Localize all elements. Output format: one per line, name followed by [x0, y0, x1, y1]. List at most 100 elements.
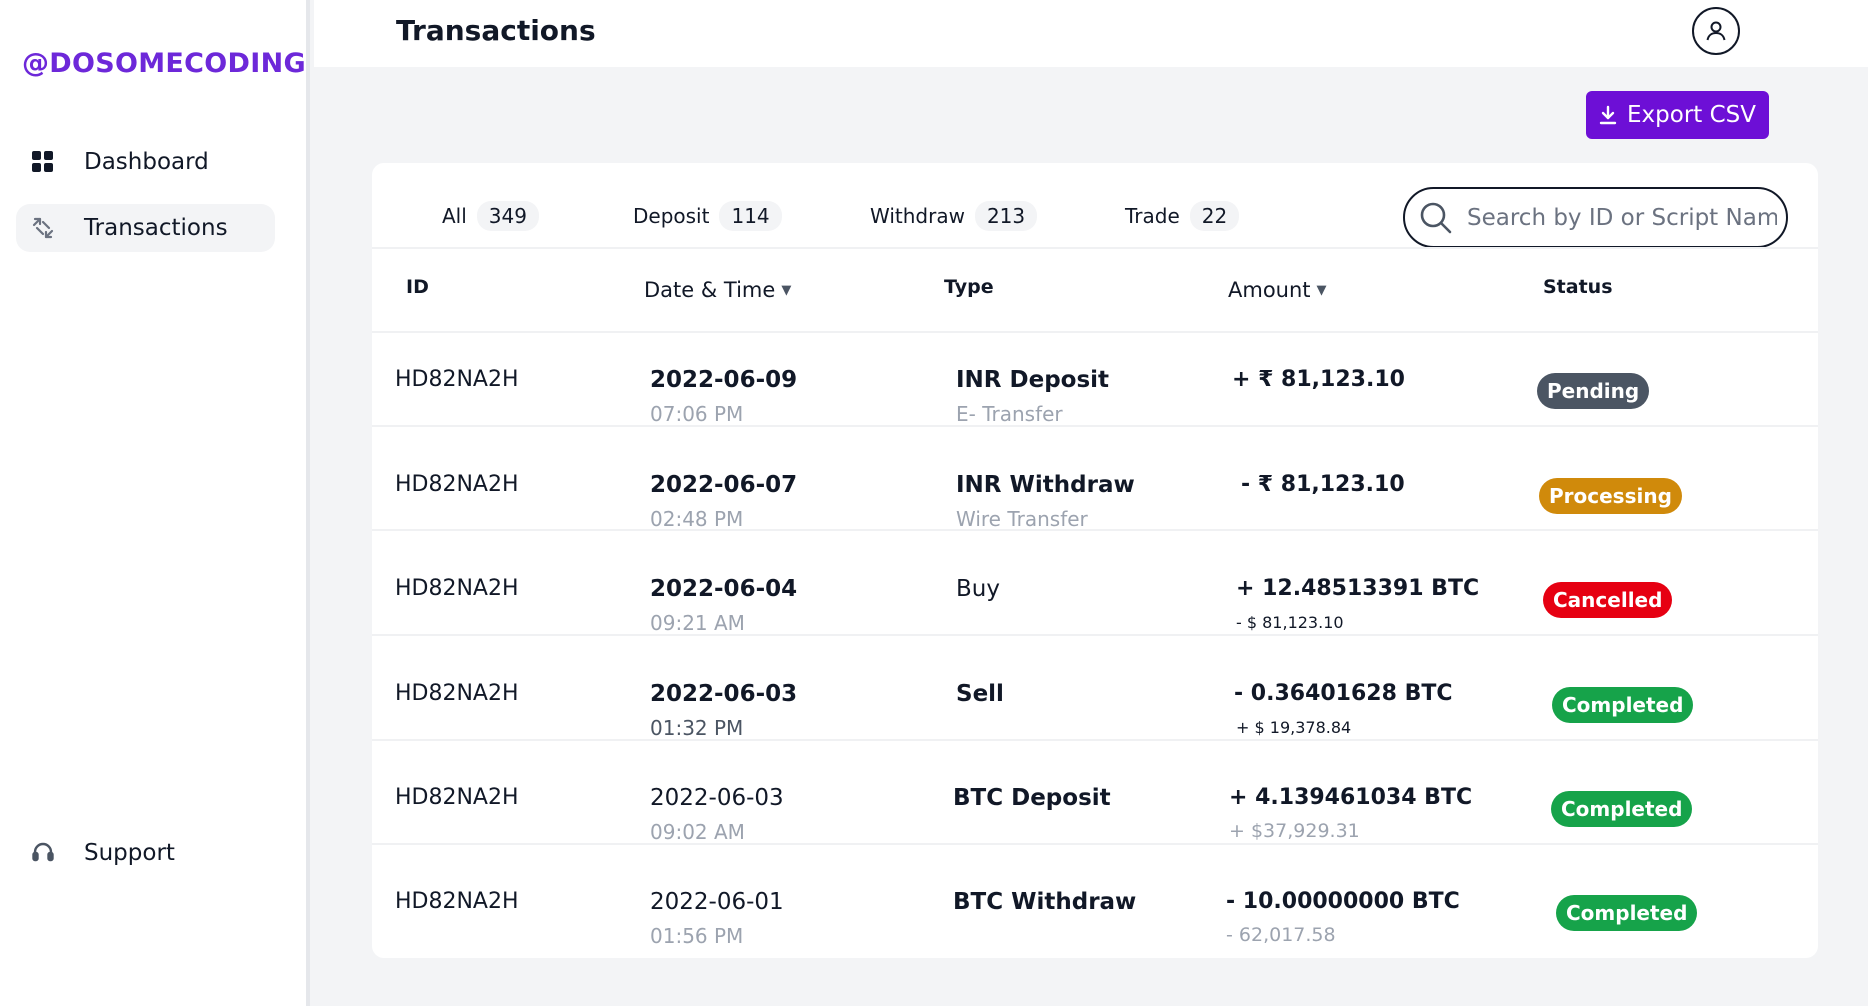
transaction-date: 2022-06-07 [650, 472, 798, 498]
transaction-method: Wire Transfer [956, 507, 1088, 531]
column-header-amount[interactable]: Amount ▼ [1228, 278, 1327, 302]
brand-logo: @DOSOMECODING [22, 48, 306, 79]
transaction-id: HD82NA2H [395, 681, 519, 706]
transaction-amount: + 12.48513391 BTC [1236, 576, 1480, 601]
user-avatar[interactable] [1692, 7, 1740, 55]
search-box[interactable] [1403, 187, 1788, 248]
transaction-type: INR Deposit [956, 367, 1110, 393]
tab-deposit[interactable]: Deposit 114 [633, 201, 782, 231]
transaction-amount-fiat: + $37,929.31 [1229, 820, 1360, 842]
row-divider [372, 739, 1818, 741]
row-divider [372, 634, 1818, 636]
tab-label: All [442, 204, 467, 228]
column-header-label: Date & Time [644, 278, 776, 302]
tab-count-badge: 22 [1189, 201, 1240, 231]
table-row[interactable]: HD82NA2H 2022-06-03 01:32 PM Sell - 0.36… [372, 667, 1818, 771]
transaction-id: HD82NA2H [395, 889, 519, 914]
transaction-date: 2022-06-03 [650, 785, 784, 811]
transaction-amount: - 10.00000000 BTC [1226, 889, 1460, 914]
tab-count-badge: 349 [476, 201, 539, 231]
transaction-time: 02:48 PM [650, 507, 744, 531]
export-csv-label: Export CSV [1627, 102, 1756, 128]
transaction-type: Buy [956, 576, 1000, 602]
tab-label: Withdraw [870, 204, 965, 228]
tab-trade[interactable]: Trade 22 [1125, 201, 1240, 231]
column-header-label: Status [1543, 276, 1613, 298]
tab-label: Deposit [633, 204, 710, 228]
transaction-time: 09:02 AM [650, 820, 745, 844]
status-badge: Pending [1537, 373, 1650, 409]
column-header-status: Status [1543, 276, 1613, 298]
transaction-id: HD82NA2H [395, 785, 519, 810]
download-icon [1599, 105, 1617, 125]
row-divider [372, 843, 1818, 845]
transaction-type: BTC Withdraw [953, 889, 1137, 915]
sort-down-icon: ▼ [1316, 282, 1327, 298]
headset-icon [30, 840, 56, 866]
transaction-id: HD82NA2H [395, 576, 519, 601]
transaction-time: 01:32 PM [650, 716, 744, 740]
tab-withdraw[interactable]: Withdraw 213 [870, 201, 1038, 231]
search-icon [1420, 202, 1452, 233]
sidebar-item-dashboard[interactable]: Dashboard [16, 138, 275, 186]
sidebar-item-transactions[interactable]: Transactions [16, 204, 275, 252]
transaction-time: 01:56 PM [650, 924, 744, 948]
table-row[interactable]: HD82NA2H 2022-06-03 09:02 AM BTC Deposit… [372, 771, 1818, 875]
transaction-amount: + 4.139461034 BTC [1229, 785, 1473, 810]
sidebar-item-label: Dashboard [84, 149, 209, 175]
page-title: Transactions [396, 14, 596, 47]
column-header-label: ID [406, 276, 429, 298]
status-badge: Completed [1552, 687, 1694, 723]
row-divider [372, 425, 1818, 427]
status-badge: Processing [1539, 478, 1682, 514]
transaction-id: HD82NA2H [395, 472, 519, 497]
tab-count-badge: 114 [719, 201, 782, 231]
transaction-date: 2022-06-01 [650, 889, 784, 915]
transaction-method: E- Transfer [956, 402, 1063, 426]
tab-all[interactable]: All 349 [442, 201, 539, 231]
sidebar-item-label: Transactions [84, 215, 228, 241]
tabs-divider [372, 247, 1818, 249]
dashboard-grid-icon [30, 149, 56, 175]
transaction-amount: - 0.36401628 BTC [1234, 681, 1453, 706]
column-header-id: ID [406, 276, 429, 298]
sort-down-icon: ▼ [781, 282, 792, 298]
table-row[interactable]: HD82NA2H 2022-06-01 01:56 PM BTC Withdra… [372, 875, 1818, 979]
transaction-id: HD82NA2H [395, 367, 519, 392]
transaction-amount: - ₹ 81,123.10 [1241, 472, 1405, 497]
search-input[interactable] [1467, 204, 1777, 231]
transaction-amount-fiat: - $ 81,123.10 [1236, 613, 1344, 632]
transaction-amount-fiat: + $ 19,378.84 [1236, 718, 1352, 737]
column-header-label: Amount [1228, 278, 1311, 302]
sidebar: @DOSOMECODING Dashboard Transactions Sup… [0, 0, 310, 1006]
transactions-card: All 349 Deposit 114 Withdraw 213 Trade 2… [372, 163, 1818, 958]
column-header-type: Type [944, 276, 994, 298]
column-header-datetime[interactable]: Date & Time ▼ [644, 278, 791, 302]
status-badge: Cancelled [1543, 582, 1673, 618]
transfer-arrows-icon [30, 215, 56, 241]
header-divider [372, 331, 1818, 333]
transaction-amount: + ₹ 81,123.10 [1232, 367, 1405, 392]
tab-count-badge: 213 [974, 201, 1038, 231]
transaction-time: 09:21 AM [650, 611, 745, 635]
column-header-label: Type [944, 276, 994, 298]
status-badge: Completed [1551, 791, 1693, 827]
table-row[interactable]: HD82NA2H 2022-06-07 02:48 PM INR Withdra… [372, 458, 1818, 562]
transaction-type: BTC Deposit [953, 785, 1111, 811]
export-csv-button[interactable]: Export CSV [1586, 91, 1769, 139]
table-row[interactable]: HD82NA2H 2022-06-04 09:21 AM Buy + 12.48… [372, 562, 1818, 666]
tab-label: Trade [1125, 204, 1180, 228]
row-divider [372, 529, 1818, 531]
transaction-type: Sell [956, 681, 1004, 707]
sidebar-item-label: Support [84, 840, 175, 866]
status-badge: Completed [1556, 895, 1698, 931]
transaction-date: 2022-06-03 [650, 681, 798, 707]
transaction-amount-fiat: - 62,017.58 [1226, 924, 1336, 946]
transaction-type: INR Withdraw [956, 472, 1135, 498]
transaction-date: 2022-06-09 [650, 367, 798, 393]
sidebar-item-support[interactable]: Support [16, 829, 275, 877]
top-header: Transactions [314, 0, 1868, 67]
user-icon [1706, 21, 1726, 41]
table-row[interactable]: HD82NA2H 2022-06-09 07:06 PM INR Deposit… [372, 353, 1818, 457]
transaction-date: 2022-06-04 [650, 576, 798, 602]
